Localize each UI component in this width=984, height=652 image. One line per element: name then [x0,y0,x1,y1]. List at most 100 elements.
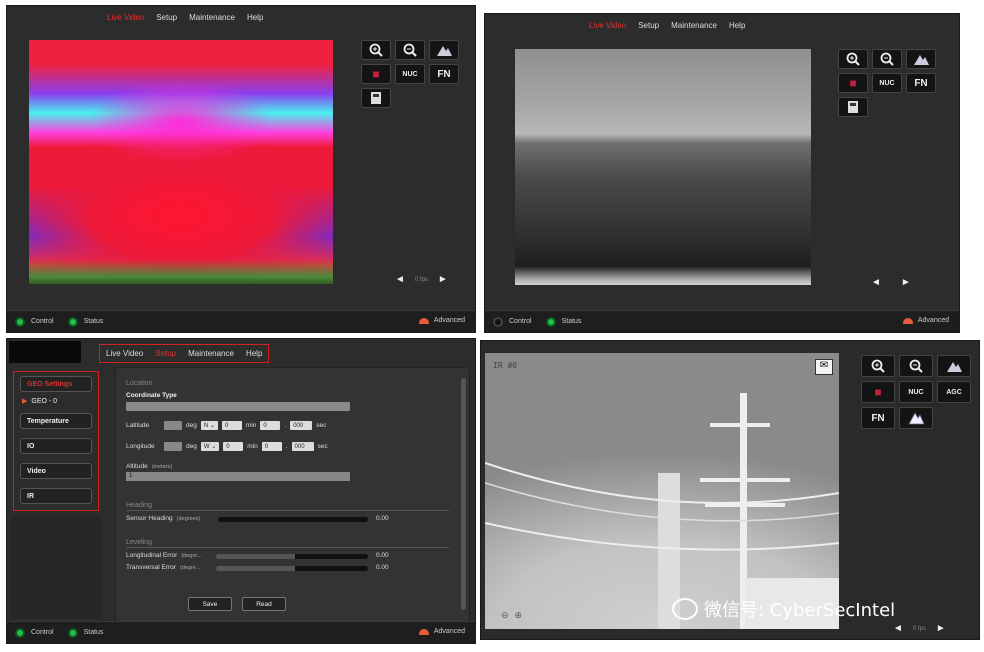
status-label[interactable]: Status [84,318,104,325]
snapshot-icon[interactable]: ✉ [815,359,833,375]
zoom-in-icon[interactable] [838,49,868,69]
sensor-heading-slider[interactable] [218,517,368,522]
nav-setup[interactable]: Setup [156,13,177,22]
altitude-input[interactable]: 1 [126,472,350,481]
zoom-in-small-icon[interactable]: ⊕ [515,610,523,621]
nav-maintenance[interactable]: Maintenance [189,13,235,22]
control-status-dot [15,316,25,327]
top-nav: Live Video Setup Maintenance Help [589,21,745,30]
zoom-in-icon[interactable] [861,355,895,377]
status-label[interactable]: Status [562,318,582,325]
sidebar-item-geo-0[interactable]: ▶ GEO - 0 [22,397,98,406]
form-scrollbar[interactable] [461,378,466,610]
nav-live-video[interactable]: Live Video [107,13,144,22]
min-label: min [247,443,258,450]
agc-button[interactable]: AGC [937,381,971,403]
mountain-alt-icon[interactable] [899,407,933,429]
longitude-min-input[interactable]: 0 [223,442,244,451]
latitude-deg-input[interactable] [164,421,182,430]
longitude-min-frac[interactable]: 0 [261,442,282,451]
altitude-unit: (meters) [151,463,173,470]
control-label[interactable]: Control [31,318,54,325]
nav-setup[interactable]: Setup [638,21,659,30]
latitude-min-input[interactable]: 0 [221,421,242,430]
sensor-heading-row: Sensor Heading (degrees) [126,515,200,522]
next-arrow-icon[interactable]: ► [438,274,448,285]
fps-control: ◄ 0 fps ► [893,623,946,634]
advanced-toggle[interactable]: Advanced [902,317,949,324]
read-button[interactable]: Read [242,597,286,611]
nav-maintenance[interactable]: Maintenance [671,21,717,30]
next-arrow-icon[interactable]: ► [936,623,946,634]
mountain-icon[interactable] [937,355,971,377]
sidebar-background [11,515,101,619]
prev-arrow-icon[interactable]: ◄ [893,623,903,634]
zoom-out-icon[interactable] [872,49,902,69]
nav-help[interactable]: Help [246,349,262,358]
fn-button[interactable]: FN [906,73,936,93]
prev-arrow-icon[interactable]: ◄ [395,274,405,285]
save-icon[interactable] [838,97,868,117]
nav-help[interactable]: Help [729,21,745,30]
sidebar-item-io[interactable]: IO [20,438,92,454]
mountain-icon[interactable] [429,40,459,60]
nav-live-video[interactable]: Live Video [589,21,626,30]
location-section-title: Location [126,380,153,387]
longitude-deg-input[interactable] [164,442,182,451]
nav-maintenance[interactable]: Maintenance [188,349,234,358]
status-bar: Control Status Advanced [485,310,959,332]
sidebar-item-ir[interactable]: IR [20,488,92,504]
latitude-row: Latitude deg N ⌄ 0 min 0 . 000 sec [126,421,326,430]
mountain-icon[interactable] [906,49,936,69]
thermal-video-gray [515,49,811,285]
panel-live-video-gray: Live Video Setup Maintenance Help ■ NUC … [484,13,960,333]
zoom-in-icon[interactable] [361,40,391,60]
coord-type-select[interactable] [126,402,350,411]
advanced-toggle[interactable]: Advanced [418,628,465,635]
longitudinal-error-slider[interactable] [216,554,368,559]
save-button[interactable]: Save [188,597,232,611]
transversal-error-slider[interactable] [216,566,368,571]
save-icon[interactable] [361,88,391,108]
status-label[interactable]: Status [84,629,104,636]
toolbar-icons: ■ NUC FN [838,49,936,117]
status-dot [67,316,78,327]
transversal-error-unit: (degre... [179,564,201,571]
lon-dir-value: W [203,443,210,450]
nav-help[interactable]: Help [247,13,263,22]
sidebar-item-temperature[interactable]: Temperature [20,413,92,429]
sidebar-item-geo-settings[interactable]: GEO Settings [20,376,92,392]
control-label[interactable]: Control [31,629,54,636]
zoom-controls: ⊖ ⊕ [501,610,522,621]
palette-icon[interactable]: ■ [361,64,391,84]
transversal-error-label: Transversal Error [126,564,176,571]
fn-button[interactable]: FN [861,407,895,429]
control-label[interactable]: Control [509,318,532,325]
latitude-sec-input[interactable]: 000 [290,421,313,430]
zoom-out-icon[interactable] [899,355,933,377]
fn-button[interactable]: FN [429,64,459,84]
nuc-button[interactable]: NUC [872,73,902,93]
sidebar-item-video[interactable]: Video [20,463,92,479]
sec-label: sec [316,422,327,429]
nav-setup[interactable]: Setup [155,349,176,358]
nuc-button[interactable]: NUC [899,381,933,403]
zoom-out-small-icon[interactable]: ⊖ [501,610,509,621]
latitude-min-frac[interactable]: 0 [260,421,281,430]
longitude-sec-input[interactable]: 000 [291,442,314,451]
advanced-icon [418,317,429,324]
zoom-out-icon[interactable] [395,40,425,60]
nav-live-video[interactable]: Live Video [106,349,143,358]
longitudinal-error-label: Longitudinal Error [126,552,178,559]
palette-icon[interactable]: ■ [861,381,895,403]
settings-sidebar: GEO Settings ▶ GEO - 0 Temperature IO Vid… [13,371,99,511]
longitudinal-error-row: Longitudinal Error (degre... [126,552,202,559]
nuc-button[interactable]: NUC [395,64,425,84]
prev-arrow-icon[interactable]: ◄ [871,277,881,288]
advanced-toggle[interactable]: Advanced [418,317,465,324]
longitude-dir-select[interactable]: W ⌄ [200,442,220,451]
next-arrow-icon[interactable]: ► [901,277,911,288]
latitude-dir-select[interactable]: N ⌄ [200,421,218,430]
dot-label: . [285,443,288,450]
palette-icon[interactable]: ■ [838,73,868,93]
